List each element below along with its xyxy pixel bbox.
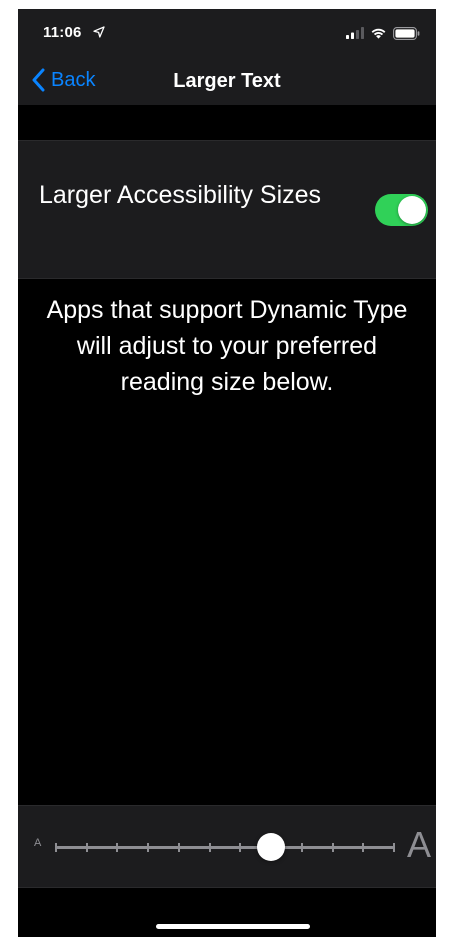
slider-tick bbox=[116, 843, 119, 852]
navigation-area: 11:06 Back Larger Text bbox=[18, 9, 436, 105]
slider-tick bbox=[55, 843, 57, 852]
larger-accessibility-sizes-row: Larger Accessibility Sizes bbox=[18, 140, 436, 279]
back-label: Back bbox=[51, 68, 96, 91]
location-arrow-icon bbox=[93, 26, 105, 38]
slider-tick bbox=[85, 843, 88, 852]
battery-icon bbox=[393, 26, 420, 40]
slider-tick bbox=[208, 843, 211, 852]
status-time: 11:06 bbox=[43, 24, 82, 41]
toggle-label: Larger Accessibility Sizes bbox=[39, 181, 322, 209]
toggle-knob bbox=[398, 196, 426, 224]
small-text-icon: A bbox=[34, 837, 42, 849]
slider-thumb[interactable] bbox=[257, 833, 286, 861]
slider-tick bbox=[239, 843, 242, 852]
status-bar: 11:06 bbox=[18, 9, 436, 53]
slider-tick bbox=[362, 843, 365, 852]
back-button[interactable]: Back bbox=[31, 66, 95, 94]
large-text-icon: A bbox=[407, 824, 432, 865]
home-indicator bbox=[156, 924, 310, 929]
text-size-slider-bar: A A bbox=[18, 805, 436, 888]
slider-tick bbox=[300, 843, 303, 852]
wifi-icon bbox=[371, 28, 386, 39]
larger-accessibility-sizes-toggle[interactable] bbox=[375, 194, 428, 226]
slider-tick bbox=[147, 843, 150, 852]
chevron-left-icon bbox=[32, 68, 45, 92]
signal-icon bbox=[346, 27, 364, 39]
status-icons bbox=[346, 26, 420, 40]
slider-tick bbox=[177, 843, 180, 852]
text-size-slider[interactable] bbox=[55, 833, 395, 861]
description-text: Apps that support Dynamic Type will adju… bbox=[46, 296, 408, 396]
screen: 11:06 Back Larger Text Larger Accessibil… bbox=[18, 9, 436, 937]
slider-tick bbox=[331, 843, 334, 852]
slider-tick bbox=[393, 843, 395, 852]
navigation-bar: Back Larger Text bbox=[18, 53, 436, 105]
